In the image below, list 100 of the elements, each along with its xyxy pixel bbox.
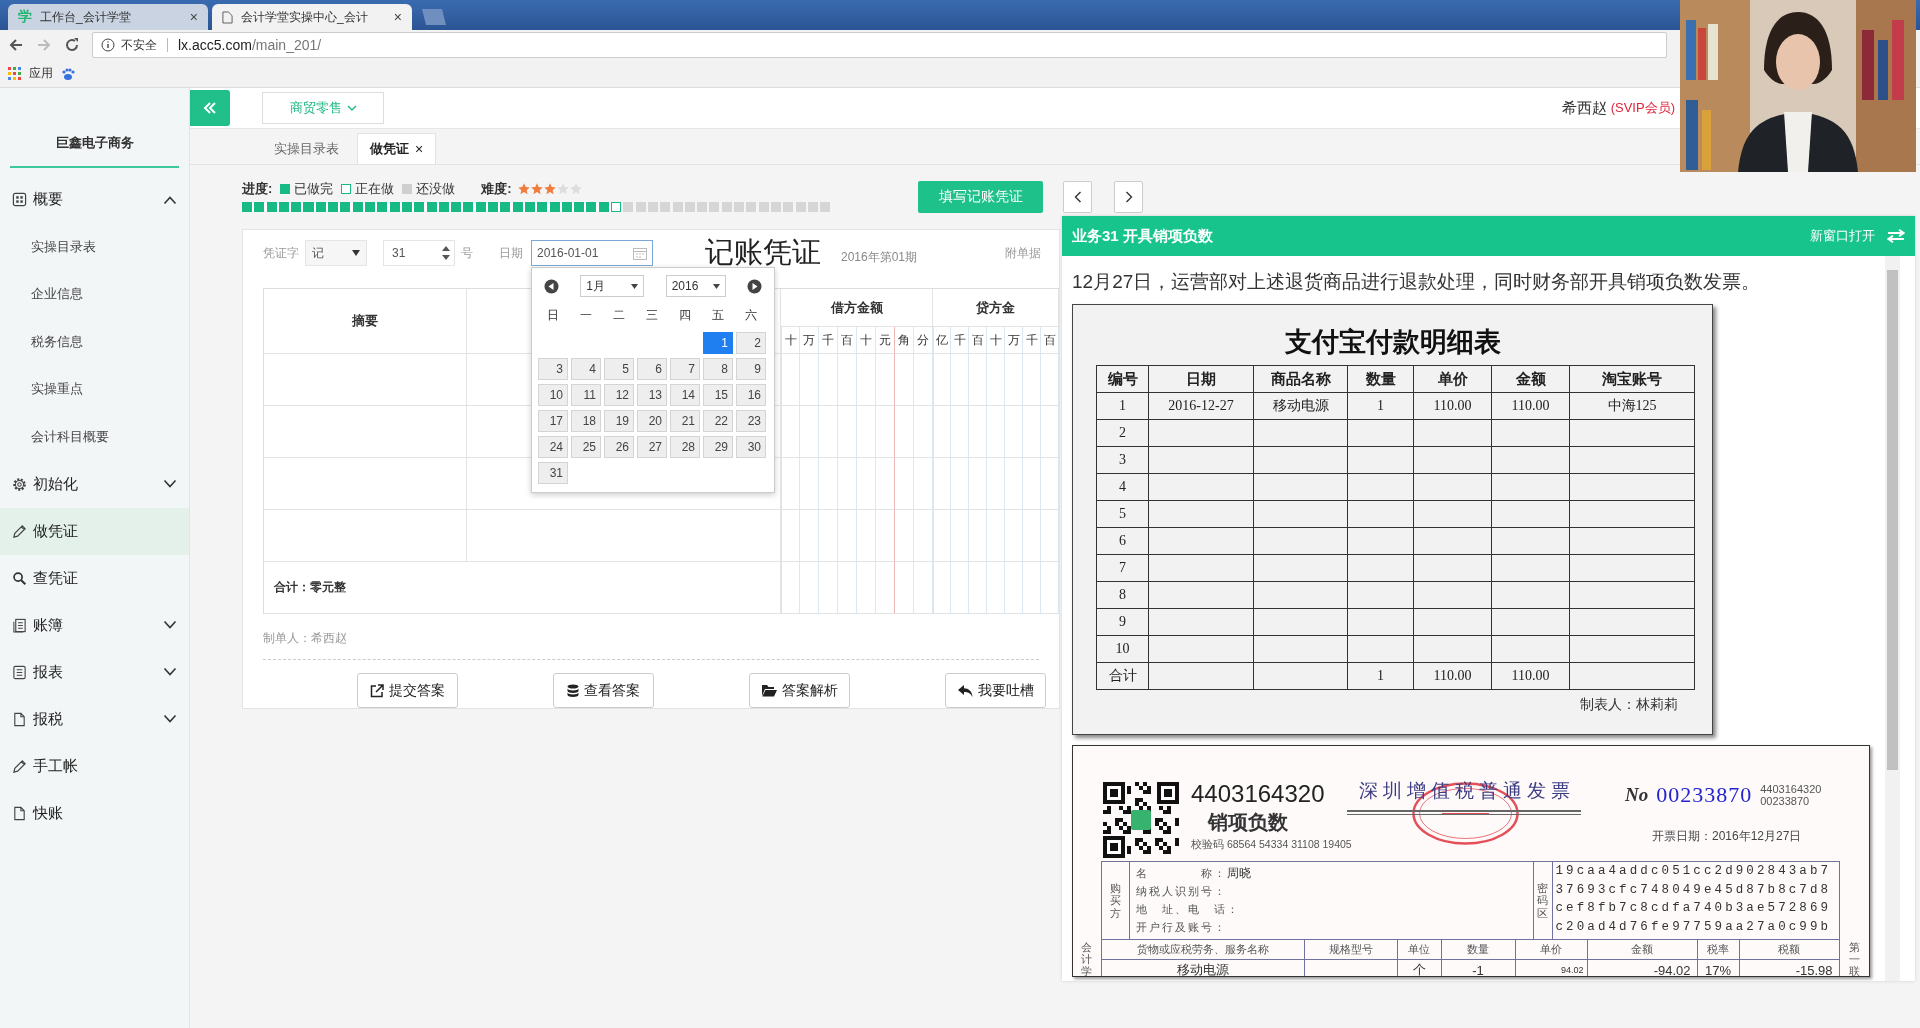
calendar-day[interactable]: 11 <box>571 384 601 406</box>
sidebar-item[interactable]: 快账 <box>0 789 189 837</box>
address-bar[interactable]: 不安全 lx.acc5.com/main_201/ <box>92 32 1667 58</box>
sidebar-subitem[interactable]: 会计科目概要 <box>0 413 189 461</box>
table-cell <box>819 562 838 614</box>
sidebar-item[interactable]: 初始化 <box>0 460 189 508</box>
previous-month-icon[interactable] <box>544 278 559 294</box>
browser-tab[interactable]: 学 工作台_会计学堂 × <box>8 4 208 30</box>
date-field[interactable]: 2016-01-01 <box>531 240 653 266</box>
action-button[interactable]: 查看答案 <box>553 673 654 708</box>
page-tab[interactable]: 做凭证 × <box>357 133 437 164</box>
table-cell <box>895 510 914 562</box>
table-cell <box>781 406 800 458</box>
attachments-label: 附单据 <box>1005 244 1041 262</box>
table-cell <box>838 406 857 458</box>
sidebar-item[interactable]: 做凭证 <box>0 507 189 555</box>
calendar-day[interactable]: 18 <box>571 410 601 432</box>
year-select[interactable]: 2016 <box>665 275 726 297</box>
calendar-day[interactable]: 19 <box>604 410 634 432</box>
back-icon[interactable] <box>8 37 24 53</box>
next-month-icon[interactable] <box>747 278 762 294</box>
table-cell[interactable] <box>467 510 781 562</box>
month-select[interactable]: 1月 <box>580 275 645 297</box>
table-cell: 110.00 <box>1491 392 1570 420</box>
calendar-day[interactable]: 25 <box>571 436 601 458</box>
voucher-number-field[interactable]: 31 <box>383 240 455 266</box>
table-cell <box>800 458 819 510</box>
close-tab-button[interactable]: × <box>189 9 198 25</box>
swap-icon[interactable] <box>1887 229 1905 243</box>
apps-icon[interactable] <box>8 67 21 80</box>
total-label: 合计：零元整 <box>264 562 781 614</box>
table-cell <box>1347 446 1414 474</box>
voucher-type-select[interactable]: 记 <box>305 240 367 266</box>
sidebar-subitem[interactable]: 实操重点 <box>0 365 189 413</box>
table-cell[interactable] <box>264 354 467 406</box>
action-button[interactable]: 我要吐槽 <box>945 673 1046 708</box>
sidebar-subitem[interactable]: 企业信息 <box>0 270 189 318</box>
table-cell[interactable] <box>264 458 467 510</box>
calendar-day[interactable]: 30 <box>736 436 766 458</box>
sidebar-subitem[interactable]: 实操目录表 <box>0 223 189 271</box>
previous-button[interactable] <box>1063 181 1092 213</box>
external-link-icon <box>370 683 384 698</box>
sidebar-item[interactable]: 报表 <box>0 648 189 696</box>
calendar-day[interactable]: 22 <box>703 410 733 432</box>
paw-icon[interactable] <box>61 66 75 81</box>
calendar-day[interactable]: 3 <box>538 358 568 380</box>
table-cell <box>781 510 800 562</box>
cipher-line: cef8fb7c8cdfa740b3ae572869 <box>1555 900 1833 917</box>
calendar-day[interactable]: 17 <box>538 410 568 432</box>
calendar-day[interactable]: 28 <box>670 436 700 458</box>
calendar-day[interactable]: 26 <box>604 436 634 458</box>
sidebar-item[interactable]: 报税 <box>0 695 189 743</box>
close-tab-button[interactable]: × <box>415 141 424 157</box>
sidebar-subitem[interactable]: 税务信息 <box>0 318 189 366</box>
forward-icon[interactable] <box>36 37 52 53</box>
calendar-day[interactable]: 20 <box>637 410 667 432</box>
browser-tab[interactable]: 会计学堂实操中心_会计 × <box>212 4 412 30</box>
calendar-day[interactable]: 23 <box>736 410 766 432</box>
calendar-day[interactable]: 8 <box>703 358 733 380</box>
calendar-day[interactable]: 13 <box>637 384 667 406</box>
calendar-day[interactable]: 2 <box>736 332 766 354</box>
table-cell[interactable] <box>264 406 467 458</box>
calendar-day[interactable]: 7 <box>670 358 700 380</box>
calendar-day[interactable]: 24 <box>538 436 568 458</box>
calendar-day[interactable]: 21 <box>670 410 700 432</box>
calendar-day[interactable]: 6 <box>637 358 667 380</box>
collapse-button[interactable] <box>190 90 230 126</box>
calendar-day[interactable]: 10 <box>538 384 568 406</box>
calendar-day[interactable]: 9 <box>736 358 766 380</box>
sidebar-item[interactable]: 概要 <box>0 176 189 223</box>
calendar-day[interactable]: 16 <box>736 384 766 406</box>
table-cell-text: -15.98 <box>1794 961 1834 976</box>
table-cell[interactable] <box>264 510 467 562</box>
calendar-day[interactable]: 14 <box>670 384 700 406</box>
table-cell <box>914 354 933 406</box>
reload-icon[interactable] <box>64 37 80 53</box>
sidebar-item[interactable]: 账簿 <box>0 601 189 649</box>
table-cell <box>781 562 800 614</box>
calendar-day[interactable]: 5 <box>604 358 634 380</box>
sidebar-item[interactable]: 查凭证 <box>0 554 189 602</box>
close-tab-button[interactable]: × <box>393 9 402 25</box>
calendar-day[interactable]: 27 <box>637 436 667 458</box>
calendar-day[interactable]: 15 <box>703 384 733 406</box>
calendar-day[interactable]: 1 <box>703 332 733 354</box>
spinner-icon[interactable] <box>442 244 450 262</box>
page-tab[interactable]: 实操目录表 <box>262 134 351 164</box>
action-button[interactable]: 提交答案 <box>357 673 458 708</box>
database-icon <box>567 683 579 698</box>
calendar-day[interactable]: 29 <box>703 436 733 458</box>
sidebar-item[interactable]: 手工帐 <box>0 742 189 790</box>
digit-header: 万 <box>800 327 819 354</box>
check-code: 校验码 68564 54334 31108 19405 <box>1191 838 1351 852</box>
calendar-day[interactable]: 4 <box>571 358 601 380</box>
next-button[interactable] <box>1114 181 1143 213</box>
scrollbar[interactable] <box>1885 256 1900 981</box>
action-button[interactable]: 答案解析 <box>749 673 850 708</box>
table-cell <box>857 562 876 614</box>
calendar-day[interactable]: 12 <box>604 384 634 406</box>
bookmark[interactable]: 应用 <box>29 65 53 82</box>
calendar-day[interactable]: 31 <box>538 462 568 484</box>
